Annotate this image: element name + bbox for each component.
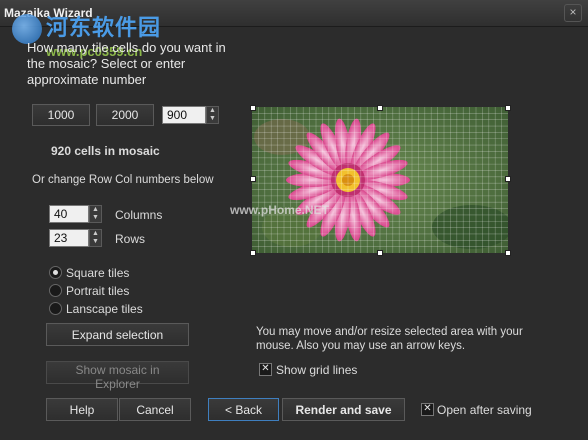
hint-text: You may move and/or resize selected area… xyxy=(256,326,523,352)
resize-handle[interactable] xyxy=(250,105,256,111)
back-button[interactable]: < Back xyxy=(208,398,279,421)
watermark-title: 河东软件园 xyxy=(46,15,162,40)
question-text: How many tile cells do you want in the m… xyxy=(27,40,226,87)
rows-spinner[interactable]: ▲ ▼ xyxy=(89,229,102,247)
cancel-button[interactable]: Cancel xyxy=(119,398,191,421)
cell-count-input[interactable]: 900 xyxy=(162,106,206,124)
resize-handle[interactable] xyxy=(250,176,256,182)
change-rowcol-text: Or change Row Col numbers below xyxy=(32,174,214,186)
help-button[interactable]: Help xyxy=(46,398,118,421)
spin-up-icon[interactable]: ▲ xyxy=(207,107,218,115)
portrait-tiles-label[interactable]: Portrait tiles xyxy=(66,284,129,298)
spin-down-icon[interactable]: ▼ xyxy=(90,238,101,246)
preset-1000-button[interactable]: 1000 xyxy=(32,104,90,126)
columns-input[interactable]: 40 xyxy=(49,205,89,223)
spin-down-icon[interactable]: ▼ xyxy=(90,214,101,222)
resize-handle[interactable] xyxy=(377,105,383,111)
render-and-save-button[interactable]: Render and save xyxy=(282,398,405,421)
rows-label: Rows xyxy=(115,232,146,246)
resize-handle[interactable] xyxy=(505,176,511,182)
cells-in-mosaic-text: 920 cells in mosaic xyxy=(51,144,160,158)
spin-up-icon[interactable]: ▲ xyxy=(90,230,101,238)
cell-count-spinner[interactable]: ▲ ▼ xyxy=(206,106,219,124)
flower-image xyxy=(252,107,508,253)
grid-lines xyxy=(252,107,508,253)
square-tiles-label[interactable]: Square tiles xyxy=(66,266,129,280)
expand-selection-button[interactable]: Expand selection xyxy=(46,323,189,346)
preset-2000-button[interactable]: 2000 xyxy=(96,104,154,126)
show-grid-checkbox[interactable]: ✕ xyxy=(259,363,272,376)
rows-input[interactable]: 23 xyxy=(49,229,89,247)
image-preview[interactable] xyxy=(252,107,508,253)
watermark-center: www.pHome.NET xyxy=(230,203,329,217)
resize-handle[interactable] xyxy=(377,250,383,256)
show-grid-label[interactable]: Show grid lines xyxy=(276,363,357,377)
portrait-tiles-radio[interactable] xyxy=(49,284,62,297)
spin-down-icon[interactable]: ▼ xyxy=(207,115,218,123)
landscape-tiles-label[interactable]: Lanscape tiles xyxy=(66,302,143,316)
resize-handle[interactable] xyxy=(505,250,511,256)
spin-up-icon[interactable]: ▲ xyxy=(90,206,101,214)
open-after-saving-checkbox[interactable]: ✕ xyxy=(421,403,434,416)
columns-spinner[interactable]: ▲ ▼ xyxy=(89,205,102,223)
open-after-saving-label[interactable]: Open after saving xyxy=(437,403,532,417)
square-tiles-radio[interactable] xyxy=(49,266,62,279)
show-mosaic-button[interactable]: Show mosaic in Explorer xyxy=(46,361,189,391)
columns-label: Columns xyxy=(115,208,163,222)
resize-handle[interactable] xyxy=(250,250,256,256)
close-button[interactable]: × xyxy=(564,4,582,22)
resize-handle[interactable] xyxy=(505,105,511,111)
landscape-tiles-radio[interactable] xyxy=(49,302,62,315)
